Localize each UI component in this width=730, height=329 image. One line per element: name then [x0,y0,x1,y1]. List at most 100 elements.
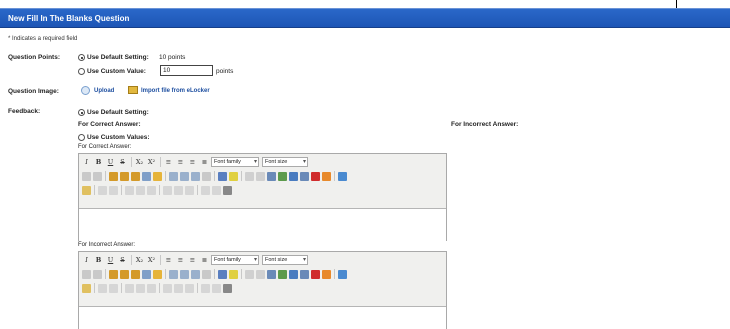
bullet-list-icon[interactable] [169,171,178,181]
insert-table-icon[interactable] [82,283,91,293]
points-custom-radio[interactable] [78,68,85,75]
hr-line-icon[interactable] [223,185,232,195]
image-icon[interactable] [289,269,298,279]
layer-icon[interactable] [212,185,221,195]
flash-icon[interactable] [311,171,320,181]
insert-table-icon[interactable] [82,185,91,195]
paste-icon[interactable] [109,269,118,279]
subscript-button[interactable]: X₂ [134,157,145,168]
filter-icon[interactable] [185,185,194,195]
horizontal-rule-icon[interactable] [245,171,254,181]
cleanup-icon[interactable] [153,269,162,279]
cell-props-icon[interactable] [109,283,118,293]
font-size-select[interactable]: Font size [262,157,308,167]
paste-text-icon[interactable] [120,171,129,181]
anchor-icon[interactable] [256,171,265,181]
align-center-icon[interactable]: ≡ [175,255,186,266]
split-cells-icon[interactable] [163,283,172,293]
italic-button[interactable]: I [81,157,92,168]
feedback-custom-radio[interactable] [78,134,85,141]
strike-button[interactable]: S [117,255,128,266]
outdent-icon[interactable] [191,269,200,279]
paste-icon[interactable] [109,171,118,181]
delete-row-icon[interactable] [136,283,145,293]
numbered-list-icon[interactable] [180,171,189,181]
insert-col-icon[interactable] [147,283,156,293]
layer-icon[interactable] [212,283,221,293]
indent-icon[interactable] [202,269,211,279]
strike-button[interactable]: S [117,157,128,168]
redo-icon[interactable] [93,171,102,181]
underline-button[interactable]: U [105,255,116,266]
horizontal-rule-icon[interactable] [245,269,254,279]
anchor-icon[interactable] [256,269,265,279]
select-all-icon[interactable] [142,269,151,279]
table-icon[interactable] [278,171,287,181]
paste-word-icon[interactable] [131,269,140,279]
feedback-default-radio[interactable] [78,109,85,116]
align-justify-icon[interactable]: ≣ [199,255,210,266]
insert-row-icon[interactable] [125,185,134,195]
paste-word-icon[interactable] [131,171,140,181]
points-custom-input[interactable]: 10 [160,65,213,76]
elocker-icon[interactable] [128,86,138,94]
align-left-icon[interactable]: ≡ [163,157,174,168]
align-right-icon[interactable]: ≡ [187,157,198,168]
indent-icon[interactable] [202,171,211,181]
undo-icon[interactable] [82,269,91,279]
outdent-icon[interactable] [191,171,200,181]
code-view-icon[interactable] [338,269,347,279]
align-right-icon[interactable]: ≡ [187,255,198,266]
special-char-icon[interactable] [267,171,276,181]
filter-icon[interactable] [185,283,194,293]
undo-icon[interactable] [82,171,91,181]
media-icon[interactable] [300,171,309,181]
row-props-icon[interactable] [98,185,107,195]
font-size-select[interactable]: Font size [262,255,308,265]
correct-answer-textarea[interactable] [79,208,446,241]
numbered-list-icon[interactable] [180,269,189,279]
incorrect-answer-textarea[interactable] [79,306,446,329]
points-default-radio[interactable] [78,54,85,61]
visual-aid-icon[interactable] [201,283,210,293]
media-icon[interactable] [300,269,309,279]
redo-icon[interactable] [93,269,102,279]
subscript-button[interactable]: X₂ [134,255,145,266]
highlight-color-icon[interactable] [229,269,238,279]
bullet-list-icon[interactable] [169,269,178,279]
align-center-icon[interactable]: ≡ [175,157,186,168]
align-justify-icon[interactable]: ≣ [199,157,210,168]
visual-aid-icon[interactable] [201,185,210,195]
bold-button[interactable]: B [93,157,104,168]
superscript-button[interactable]: X² [146,255,157,266]
bold-button[interactable]: B [93,255,104,266]
text-color-icon[interactable] [218,269,227,279]
emoticon-icon[interactable] [322,269,331,279]
insert-col-icon[interactable] [147,185,156,195]
merge-cells-icon[interactable] [174,185,183,195]
row-props-icon[interactable] [98,283,107,293]
delete-row-icon[interactable] [136,185,145,195]
text-color-icon[interactable] [218,171,227,181]
image-icon[interactable] [289,171,298,181]
insert-row-icon[interactable] [125,283,134,293]
font-family-select[interactable]: Font family [211,255,259,265]
table-icon[interactable] [278,269,287,279]
merge-cells-icon[interactable] [174,283,183,293]
upload-icon[interactable] [81,86,90,95]
paste-text-icon[interactable] [120,269,129,279]
superscript-button[interactable]: X² [146,157,157,168]
code-view-icon[interactable] [338,171,347,181]
split-cells-icon[interactable] [163,185,172,195]
emoticon-icon[interactable] [322,171,331,181]
cell-props-icon[interactable] [109,185,118,195]
hr-line-icon[interactable] [223,283,232,293]
cleanup-icon[interactable] [153,171,162,181]
import-elocker-link[interactable]: Import file from eLocker [141,88,210,94]
underline-button[interactable]: U [105,157,116,168]
italic-button[interactable]: I [81,255,92,266]
select-all-icon[interactable] [142,171,151,181]
font-family-select[interactable]: Font family [211,157,259,167]
special-char-icon[interactable] [267,269,276,279]
flash-icon[interactable] [311,269,320,279]
